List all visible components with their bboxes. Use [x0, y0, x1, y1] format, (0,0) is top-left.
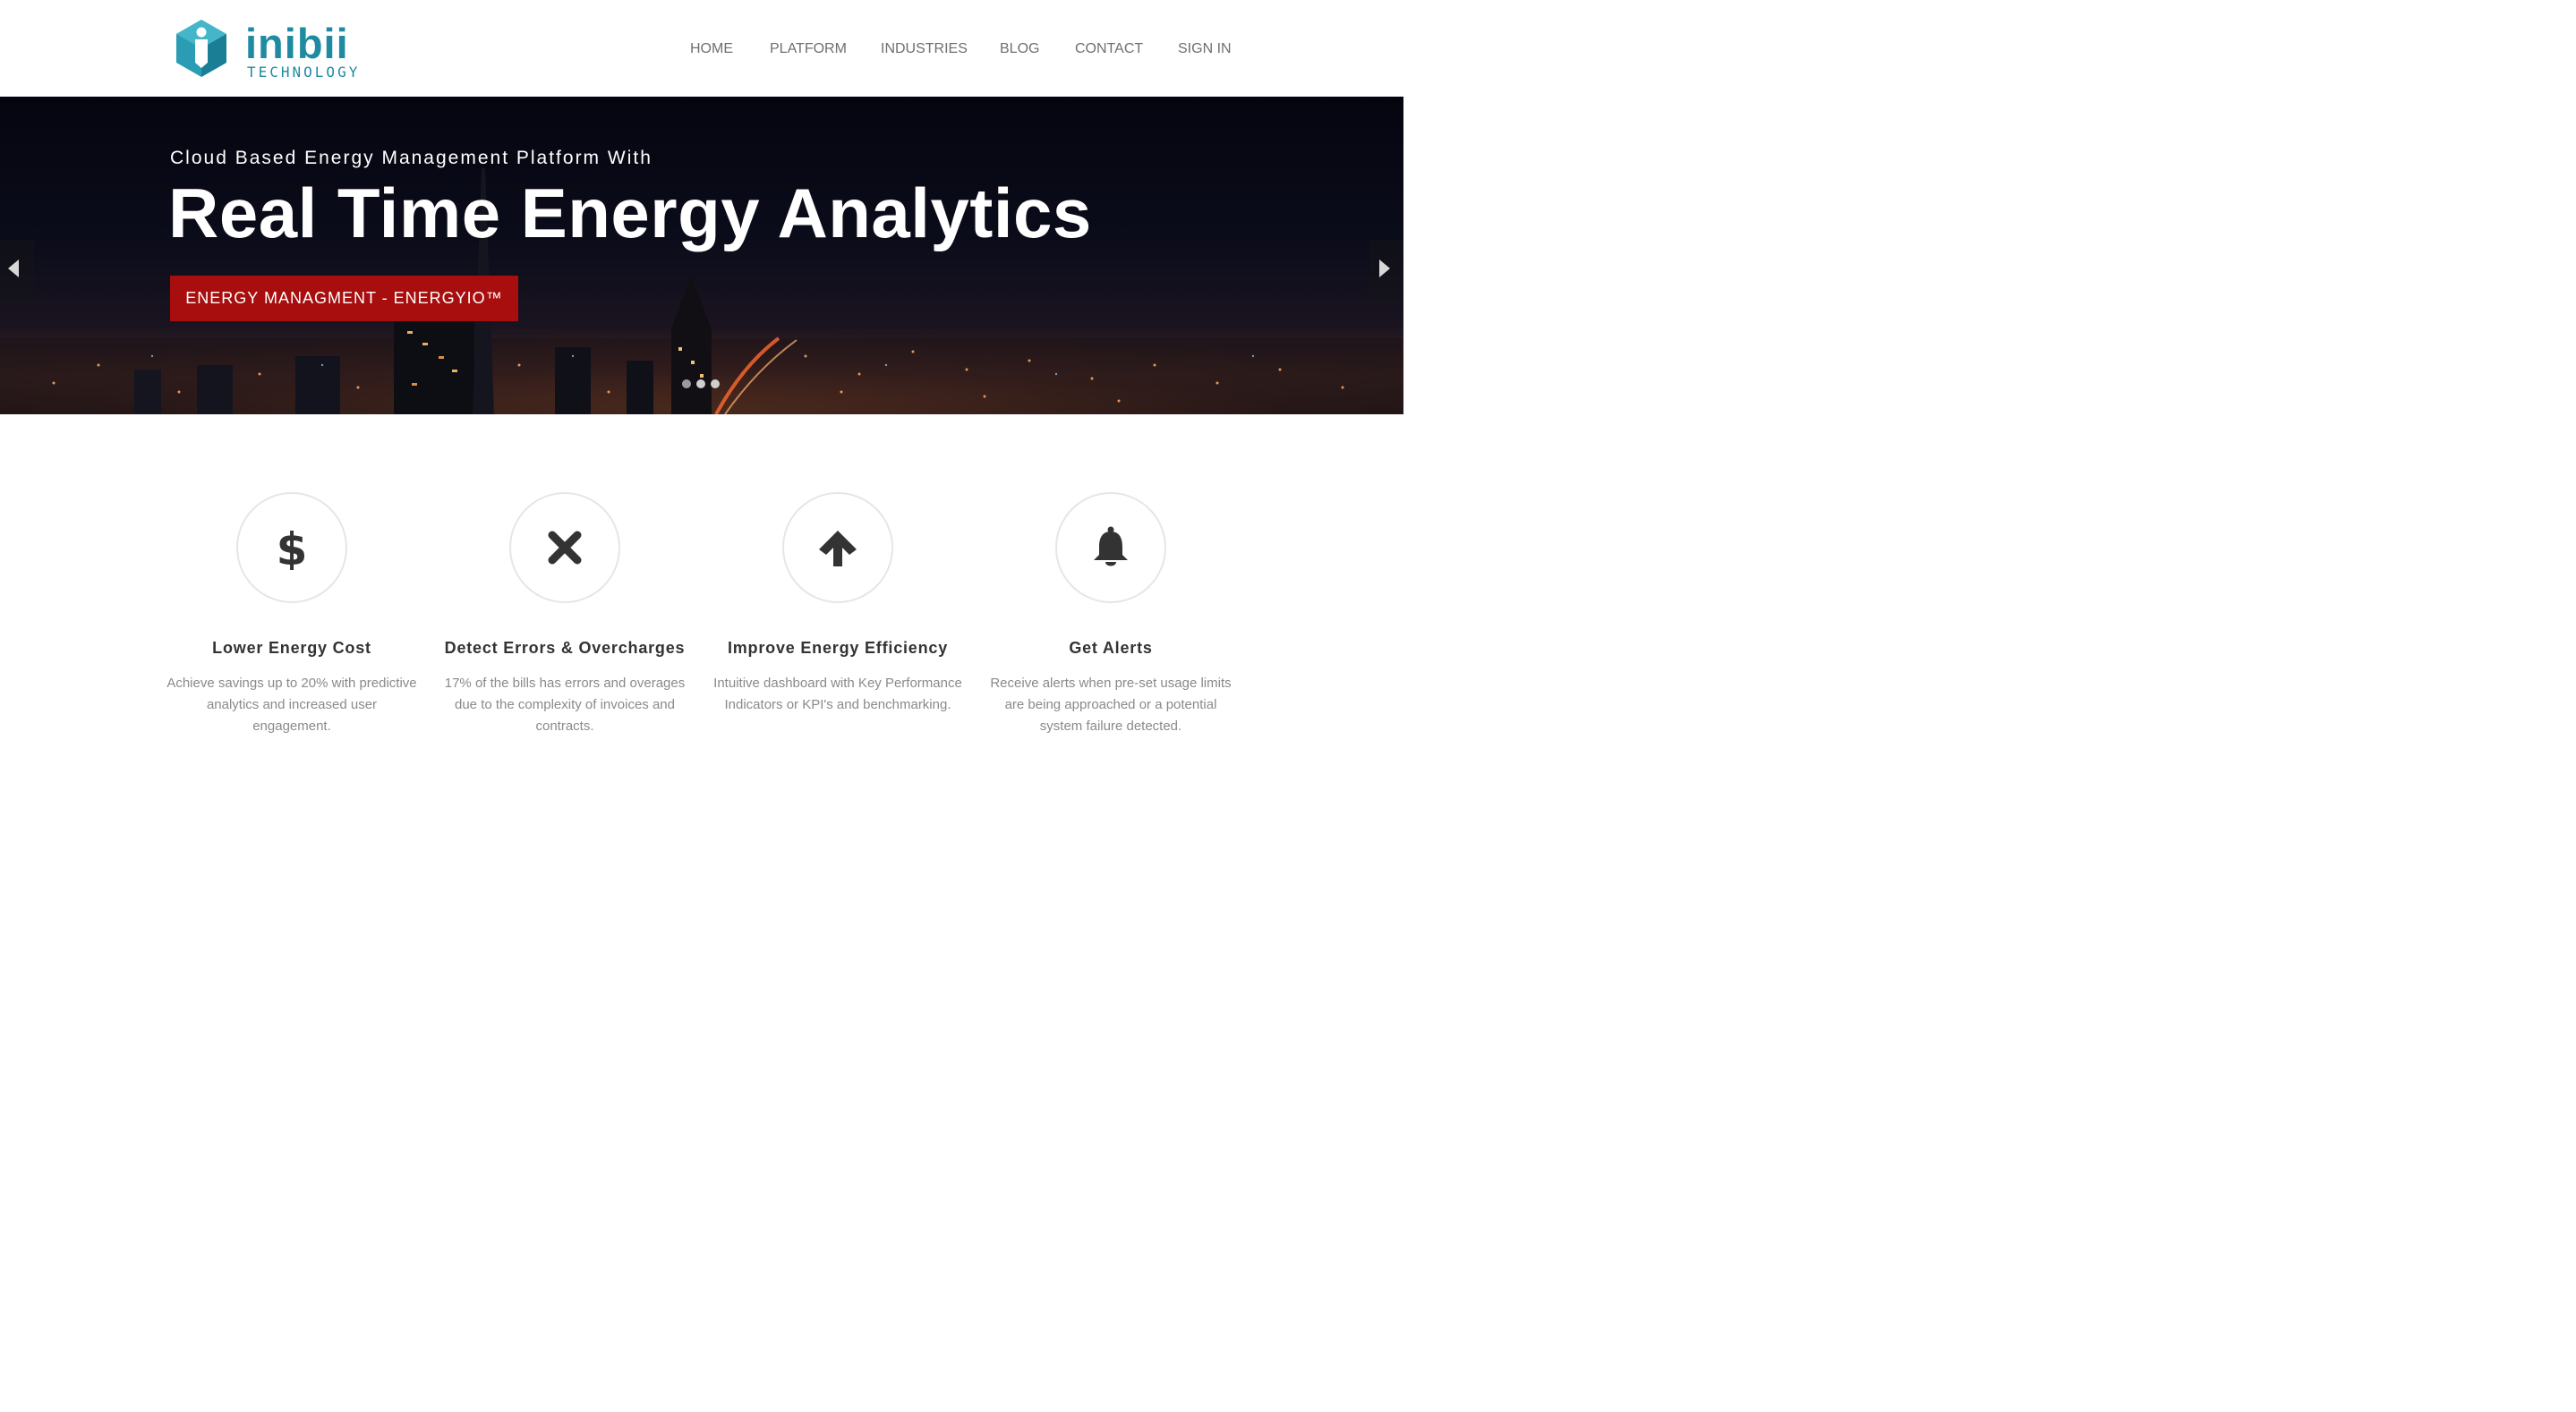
- hero-subtitle: Cloud Based Energy Management Platform W…: [170, 148, 653, 168]
- site-header: inibii TECHNOLOGY HOME PLATFORM INDUSTRI…: [0, 0, 1403, 97]
- feature-icon-circle: $: [236, 492, 347, 603]
- feature-description: Achieve savings up to 20% with predictiv…: [166, 676, 417, 734]
- feature-get-alerts: Get Alerts Receive alerts when pre-set u…: [977, 492, 1245, 752]
- close-x-icon: [548, 531, 582, 565]
- feature-title: Get Alerts: [1069, 639, 1153, 657]
- slider-dot[interactable]: [711, 379, 720, 388]
- bell-icon: [1094, 526, 1128, 566]
- feature-icon-circle: [782, 492, 893, 603]
- feature-lower-energy-cost: $ Lower Energy Cost Achieve savings up t…: [158, 492, 426, 752]
- slider-next-button[interactable]: [1369, 240, 1403, 297]
- brand-tagline: TECHNOLOGY: [247, 64, 361, 81]
- hero-cta-button[interactable]: ENERGY MANAGMENT - ENERGYIO™: [170, 276, 518, 321]
- brand-name: inibii: [245, 20, 349, 67]
- nav-home[interactable]: HOME: [690, 39, 733, 59]
- feature-description: 17% of the bills has errors and overages…: [444, 676, 686, 734]
- feature-title: Detect Errors & Overcharges: [444, 639, 686, 657]
- feature-description: Intuitive dashboard with Key Performance…: [713, 676, 962, 712]
- svg-text:$: $: [277, 525, 308, 570]
- brand-logo[interactable]: inibii TECHNOLOGY: [174, 18, 357, 82]
- nav-contact[interactable]: CONTACT: [1075, 39, 1143, 59]
- nav-industries[interactable]: INDUSTRIES: [881, 39, 968, 59]
- slider-dot[interactable]: [696, 379, 705, 388]
- feature-icon-circle: [509, 492, 620, 603]
- slider-prev-button[interactable]: [0, 240, 34, 297]
- dollar-icon: $: [277, 525, 308, 570]
- nav-platform[interactable]: PLATFORM: [770, 39, 847, 59]
- city-skyline-image: [0, 168, 1403, 414]
- logo-hexagon-icon: [176, 20, 226, 77]
- feature-icon-circle: [1055, 492, 1166, 603]
- nav-sign-in[interactable]: SIGN IN: [1178, 39, 1232, 59]
- feature-detect-errors: Detect Errors & Overcharges 17% of the b…: [431, 492, 699, 752]
- feature-description: Receive alerts when pre-set usage limits…: [990, 676, 1232, 734]
- caret-left-icon: [8, 259, 19, 277]
- feature-title: Improve Energy Efficiency: [727, 639, 949, 657]
- hero-slider: Cloud Based Energy Management Platform W…: [0, 97, 1403, 414]
- caret-right-icon: [1379, 259, 1390, 277]
- feature-title: Lower Energy Cost: [212, 639, 371, 657]
- hero-title: Real Time Energy Analytics: [168, 174, 1092, 252]
- slider-dot[interactable]: [682, 379, 691, 388]
- feature-improve-efficiency: Improve Energy Efficiency Intuitive dash…: [704, 492, 972, 752]
- nav-blog[interactable]: BLOG: [1000, 39, 1039, 59]
- arrow-up-icon: [819, 531, 857, 566]
